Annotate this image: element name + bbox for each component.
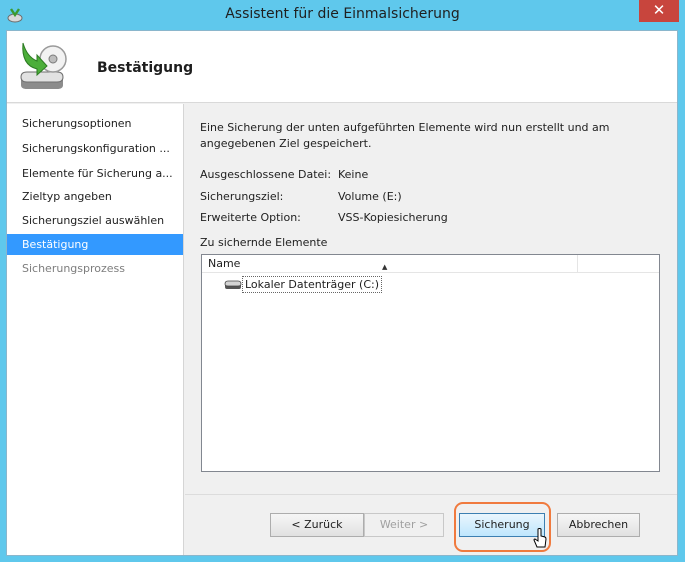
detail-value-advanced: VSS-Kopiesicherung bbox=[338, 211, 448, 224]
detail-value-excluded: Keine bbox=[338, 168, 369, 181]
items-section-label: Zu sichernde Elemente bbox=[200, 236, 328, 249]
close-icon: ✕ bbox=[652, 1, 666, 19]
detail-label-advanced: Erweiterte Option: bbox=[200, 211, 301, 224]
list-header: Name ▲ bbox=[202, 255, 659, 273]
window-title: Assistent für die Einmalsicherung bbox=[225, 6, 460, 22]
detail-label-excluded: Ausgeschlossene Datei: bbox=[200, 168, 332, 181]
next-button: Weiter > bbox=[364, 513, 444, 537]
list-item-label: Lokaler Datenträger (C:) bbox=[242, 276, 383, 293]
sidebar-item-zieltyp[interactable]: Zieltyp angeben bbox=[7, 186, 183, 207]
back-button[interactable]: < Zurück bbox=[270, 513, 364, 537]
hard-drive-icon bbox=[224, 280, 242, 289]
wizard-steps-sidebar: Sicherungsoptionen Sicherungskonfigurati… bbox=[7, 104, 184, 555]
sidebar-item-elemente[interactable]: Elemente für Sicherung a... bbox=[7, 163, 183, 184]
confirmation-panel: Eine Sicherung der unten aufgeführten El… bbox=[185, 104, 677, 494]
wizard-header: Bestätigung bbox=[7, 31, 677, 103]
detail-value-target: Volume (E:) bbox=[338, 190, 402, 203]
column-header-label: Name bbox=[208, 257, 241, 270]
sidebar-item-sicherungsoptionen[interactable]: Sicherungsoptionen bbox=[7, 113, 183, 134]
backup-drive-icon bbox=[20, 42, 67, 89]
backup-items-list[interactable]: Name ▲ Lokaler Datenträger (C:) bbox=[201, 254, 660, 472]
cancel-button[interactable]: Abbrechen bbox=[557, 513, 640, 537]
column-header-name[interactable]: Name ▲ bbox=[202, 255, 578, 273]
sort-ascending-icon: ▲ bbox=[382, 263, 388, 271]
detail-label-target: Sicherungsziel: bbox=[200, 190, 284, 203]
sidebar-item-sicherungsziel[interactable]: Sicherungsziel auswählen bbox=[7, 210, 183, 231]
sidebar-item-sicherungskonfiguration[interactable]: Sicherungskonfiguration ... bbox=[7, 138, 183, 159]
mouse-pointer-icon bbox=[533, 528, 547, 548]
close-button[interactable]: ✕ bbox=[639, 0, 679, 22]
sidebar-item-bestaetigung[interactable]: Bestätigung bbox=[7, 234, 183, 255]
page-title: Bestätigung bbox=[97, 60, 194, 76]
intro-text: Eine Sicherung der unten aufgeführten El… bbox=[200, 121, 610, 150]
wizard-dialog: Bestätigung Sicherungsoptionen Sicherung… bbox=[6, 30, 678, 556]
button-area-divider bbox=[185, 494, 677, 495]
title-bar: Assistent für die Einmalsicherung ✕ bbox=[0, 0, 685, 30]
sidebar-item-sicherungsprozess: Sicherungsprozess bbox=[22, 262, 126, 275]
